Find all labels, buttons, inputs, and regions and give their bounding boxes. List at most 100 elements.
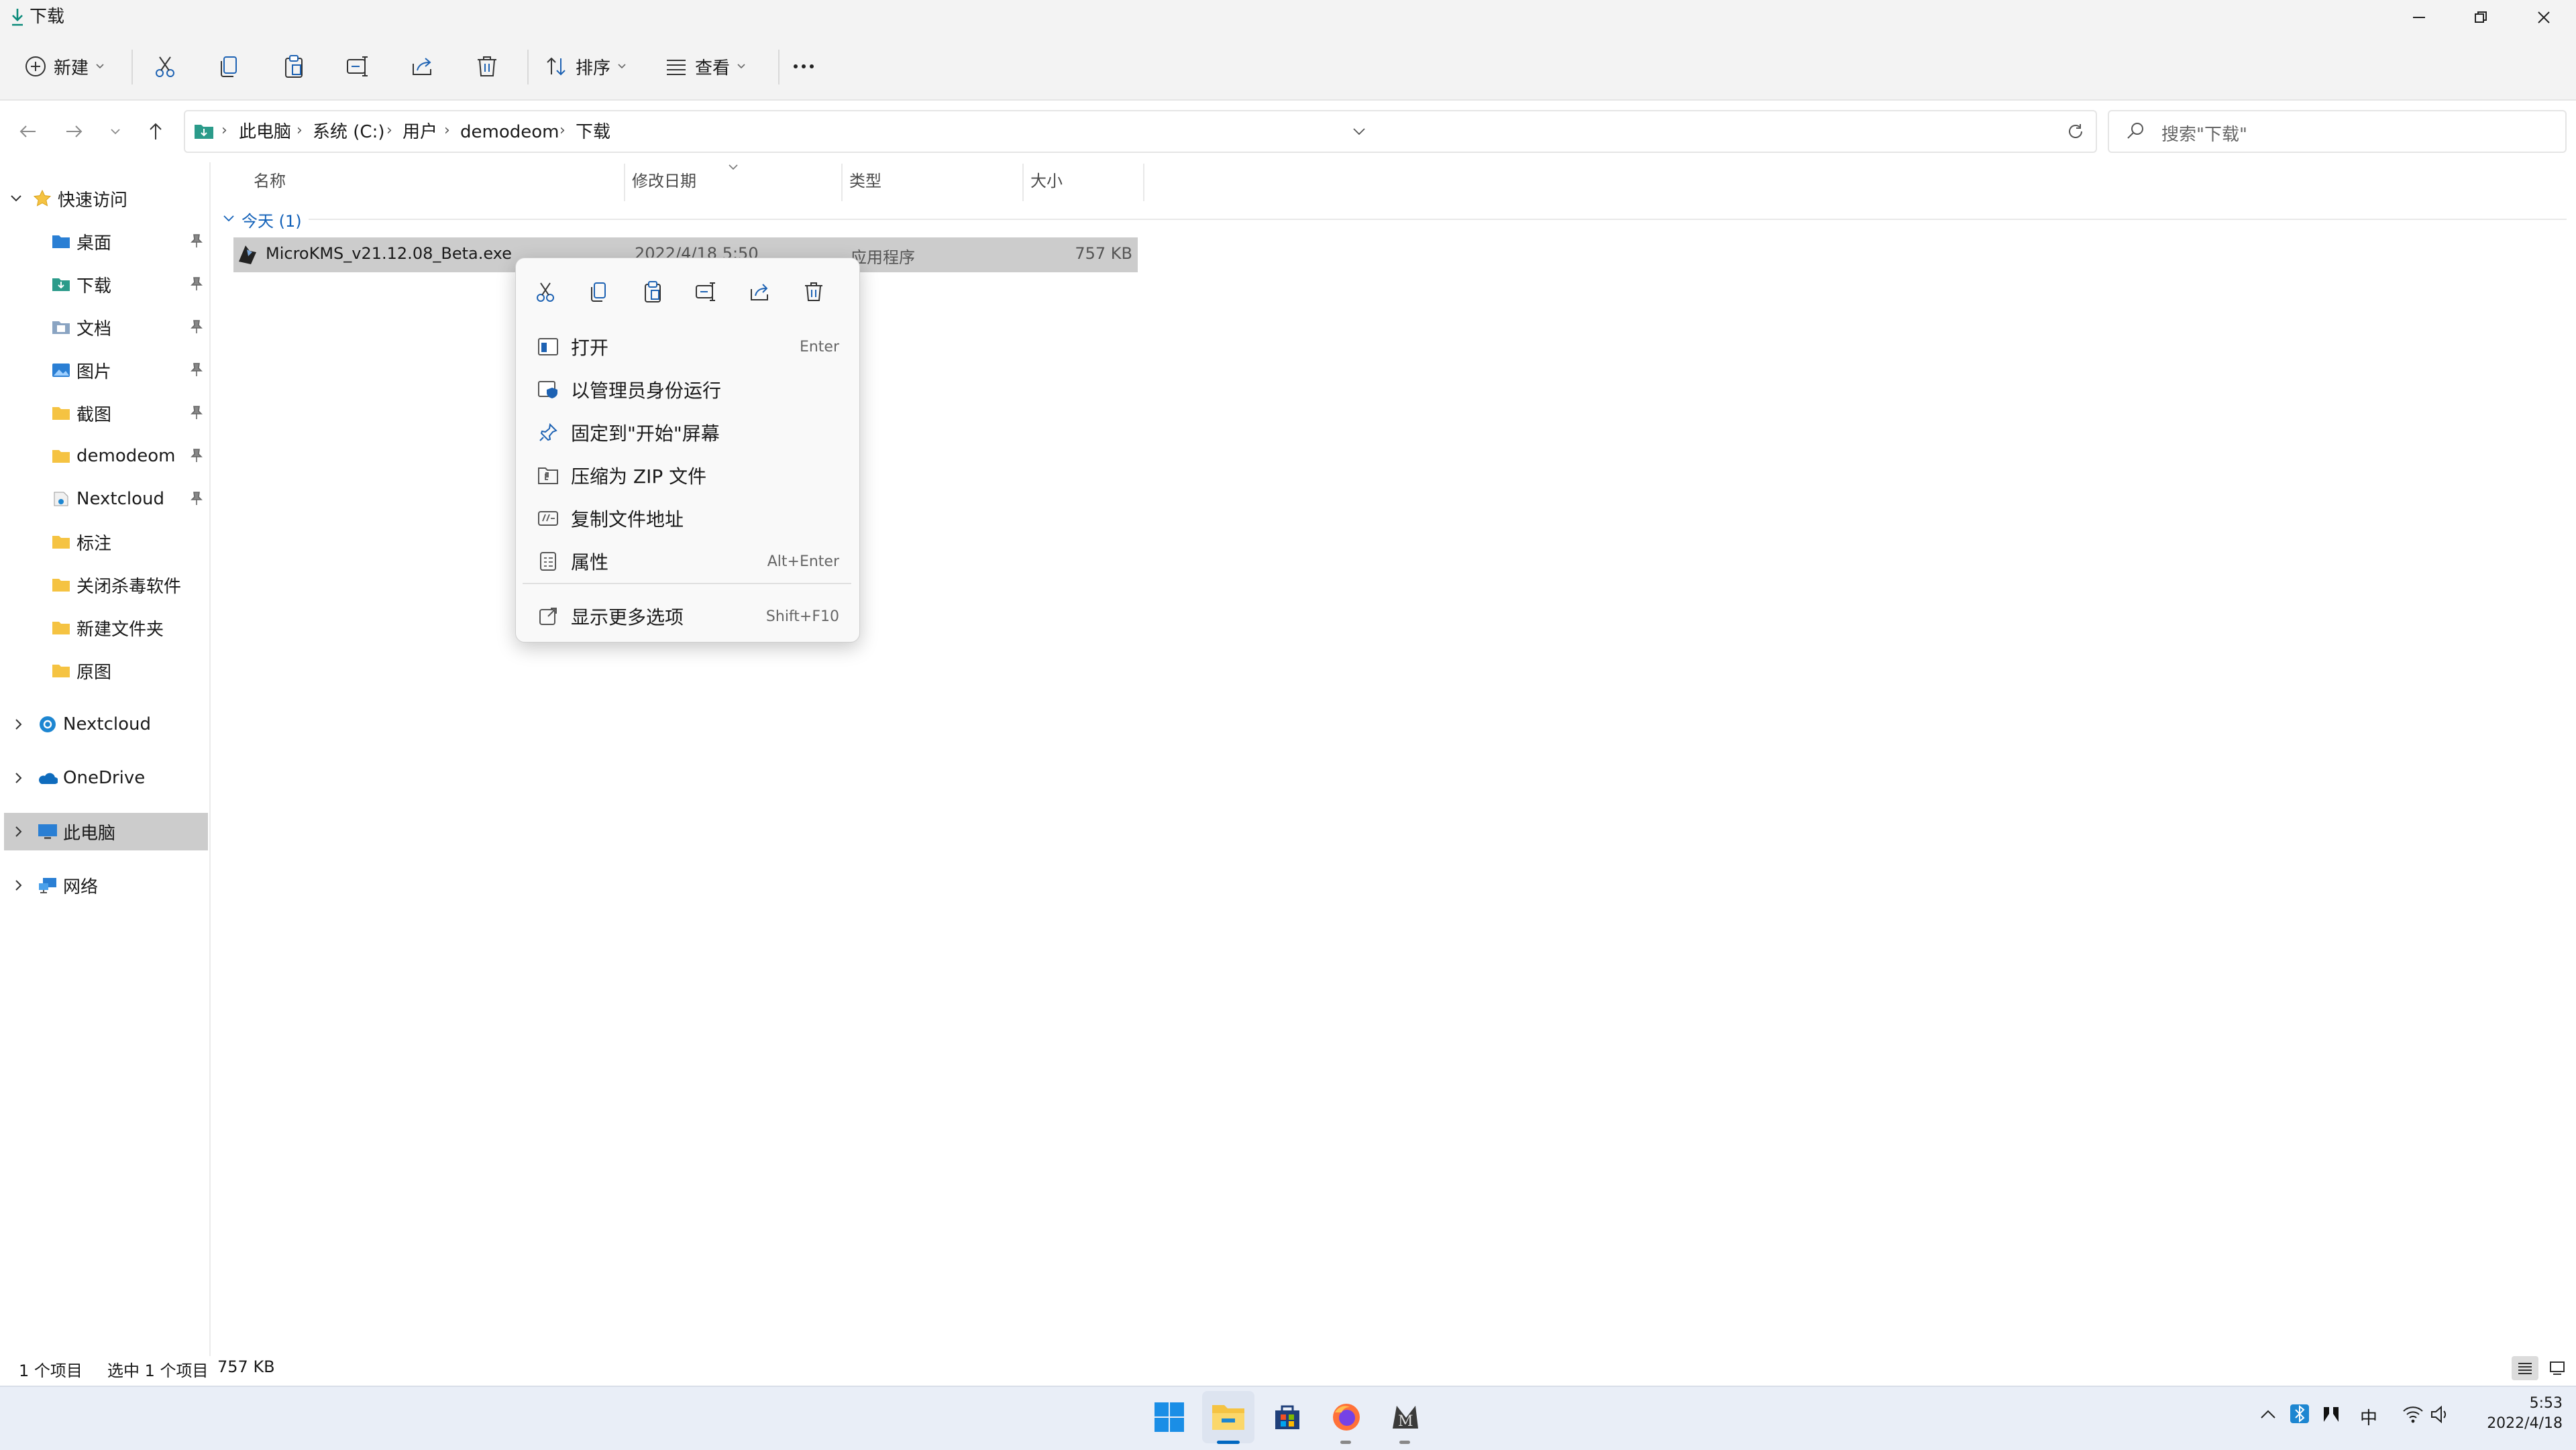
taskbar-firefox[interactable] [1320, 1391, 1373, 1443]
start-button[interactable] [1143, 1391, 1195, 1443]
column-header-type[interactable]: 类型 [849, 168, 881, 191]
close-button[interactable] [2513, 0, 2575, 35]
delete-button[interactable] [474, 47, 500, 86]
tray-ime-language[interactable]: 中 [2360, 1404, 2377, 1429]
nav-root-label: Nextcloud [63, 714, 151, 734]
ctx-show-more-options[interactable]: 显示更多选项 Shift+F10 [521, 596, 853, 636]
ctx-copy-path[interactable]: 复制文件地址 [521, 498, 853, 539]
group-header-today[interactable]: 今天 (1) [241, 208, 302, 231]
breadcrumb-user[interactable]: demodeom [460, 121, 559, 144]
taskbar-store[interactable] [1261, 1391, 1313, 1443]
minimize-icon [2413, 17, 2425, 18]
back-button[interactable] [15, 118, 42, 145]
download-folder-icon [193, 121, 215, 144]
nav-quick-access-label: 快速访问 [58, 190, 128, 211]
taskbar-app-m[interactable]: M [1379, 1391, 1432, 1443]
ctx-share-button[interactable] [740, 273, 780, 311]
taskbar-clock[interactable]: 5:53 2022/4/18 [2469, 1394, 2563, 1434]
nav-root-onedrive[interactable]: OneDrive [13, 759, 145, 797]
nav-item-pictures[interactable]: 图片 [51, 351, 111, 389]
cut-button[interactable] [152, 47, 178, 86]
recent-locations-button[interactable] [102, 118, 129, 145]
nav-item-label: 标注 [76, 533, 112, 554]
nav-root-network[interactable]: 网络 [13, 867, 98, 904]
volume-icon [2431, 1405, 2447, 1424]
close-icon [2538, 11, 2550, 23]
tray-app-icon[interactable] [2289, 1403, 2310, 1427]
ctx-rename-button[interactable] [686, 273, 727, 311]
taskbar-file-explorer[interactable] [1202, 1391, 1254, 1443]
wifi-icon [2403, 1406, 2423, 1423]
address-dropdown-button[interactable] [1346, 118, 1373, 145]
breadcrumb-system-c[interactable]: 系统 (C:) [313, 121, 384, 144]
ctx-pin-to-start[interactable]: 固定到"开始"屏幕 [521, 412, 853, 453]
copy-button[interactable] [216, 47, 243, 86]
search-input[interactable]: 搜索"下载" [2161, 121, 2247, 146]
status-bar [0, 1348, 2576, 1386]
breadcrumb-this-pc[interactable]: 此电脑 [239, 121, 291, 144]
nav-item-downloads[interactable]: 下载 [51, 266, 111, 303]
tray-volume[interactable] [2430, 1404, 2451, 1427]
refresh-button[interactable] [2062, 118, 2089, 145]
nav-item-disable-antivirus[interactable]: 关闭杀毒软件 [51, 566, 181, 604]
ctx-cut-button[interactable] [525, 273, 566, 311]
breadcrumb-downloads[interactable]: 下载 [576, 121, 610, 144]
nav-item-nextcloud-pinned[interactable]: Nextcloud [51, 480, 164, 518]
nav-item-label: 原图 [76, 662, 112, 683]
share-button[interactable] [409, 47, 436, 86]
ctx-pin-to-start-label: 固定到"开始"屏幕 [571, 423, 720, 445]
tray-network[interactable] [2402, 1404, 2424, 1427]
ctx-copy-button[interactable] [579, 273, 619, 311]
preview-view-button[interactable] [2544, 1356, 2571, 1380]
nav-root-this-pc[interactable]: 此电脑 [13, 813, 115, 850]
new-button[interactable]: 新建 [24, 47, 105, 86]
forward-button[interactable] [60, 118, 87, 145]
nav-quick-access[interactable]: 快速访问 [9, 180, 127, 217]
breadcrumb-users[interactable]: 用户 [402, 121, 437, 144]
sort-icon [547, 57, 566, 76]
folder-icon [51, 404, 71, 422]
open-external-icon [535, 606, 561, 626]
nav-root-nextcloud[interactable]: Nextcloud [13, 706, 151, 743]
show-hidden-icons-button[interactable] [2259, 1406, 2277, 1426]
ctx-delete-button[interactable] [794, 273, 834, 311]
column-divider [624, 164, 625, 201]
nav-item-documents[interactable]: 文档 [51, 309, 111, 346]
paste-button[interactable] [280, 47, 307, 86]
ctx-properties[interactable]: 属性 Alt+Enter [521, 541, 853, 581]
column-header-size[interactable]: 大小 [1030, 168, 1063, 191]
ctx-run-as-admin[interactable]: 以管理员身份运行 [521, 370, 853, 410]
details-view-button[interactable] [2512, 1356, 2538, 1380]
details-view-icon [2518, 1363, 2532, 1374]
nav-item-new-folder[interactable]: 新建文件夹 [51, 609, 164, 647]
tray-ime-mode-icon[interactable] [2321, 1404, 2341, 1427]
restore-button[interactable] [2450, 0, 2512, 35]
documents-folder-icon [51, 319, 71, 336]
nav-item-annotations[interactable]: 标注 [51, 523, 111, 561]
sort-button[interactable]: 排序 [545, 47, 627, 86]
chevron-right-icon [15, 880, 22, 891]
restore-icon [2475, 11, 2487, 23]
properties-icon [535, 551, 561, 571]
breadcrumb-separator: › [297, 122, 303, 139]
group-collapse-icon[interactable] [223, 213, 235, 226]
nav-item-desktop[interactable]: 桌面 [51, 223, 111, 260]
column-header-modified[interactable]: 修改日期 [632, 168, 696, 191]
file-name[interactable]: MicroKMS_v21.12.08_Beta.exe [266, 244, 512, 263]
chevron-right-icon [15, 826, 22, 837]
ctx-compress-zip[interactable]: 压缩为 ZIP 文件 [521, 455, 853, 496]
nav-item-demodeom[interactable]: demodeom [51, 437, 175, 475]
ctx-open[interactable]: 打开 Enter [521, 327, 853, 367]
chevron-down-icon [618, 64, 626, 69]
rename-button[interactable] [345, 47, 372, 86]
nav-item-screenshots[interactable]: 截图 [51, 394, 111, 432]
file-size: 757 KB [1075, 244, 1132, 263]
share-icon [413, 58, 431, 75]
nav-item-original-images[interactable]: 原图 [51, 652, 111, 689]
ctx-paste-button[interactable] [633, 273, 673, 311]
up-button[interactable] [142, 118, 169, 145]
minimize-button[interactable] [2388, 0, 2450, 35]
view-button[interactable]: 查看 [664, 47, 746, 86]
more-options-button[interactable] [792, 47, 816, 86]
column-header-name[interactable]: 名称 [254, 168, 286, 191]
